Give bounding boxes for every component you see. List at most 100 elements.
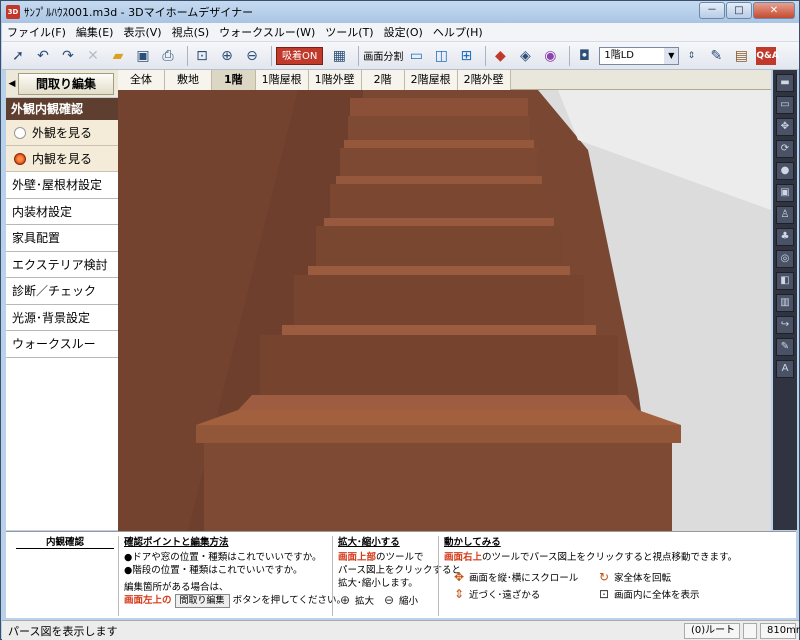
menu-tools[interactable]: ツール(T) [320, 24, 378, 40]
size-cell: 810mm [760, 622, 800, 639]
qa-button[interactable]: Q&A [756, 46, 779, 65]
help-move-title: 動かしてみる [444, 537, 501, 548]
clip-icon[interactable]: ▥ [776, 294, 794, 312]
nav-item-walkthrough[interactable]: ウォークスルー [6, 331, 118, 358]
box-icon[interactable]: ▣ [776, 184, 794, 202]
pointer-icon[interactable]: ➚ [8, 46, 28, 66]
menu-file[interactable]: ファイル(F) [2, 24, 71, 40]
fit-all-icon: ⊡ [598, 587, 610, 601]
pan-icon[interactable]: ✥ [776, 118, 794, 136]
floor-select[interactable]: 1階LD ▼ [599, 46, 680, 65]
zoom-ops: ⊕ 拡大 ⊖ 縮小 [338, 593, 438, 607]
label-3d-icon[interactable]: A [776, 360, 794, 378]
tab-floor2-wall[interactable]: 2階外壁 [457, 70, 511, 90]
toolbar-separator [358, 45, 360, 66]
op-label: 近づく･遠ざかる [469, 590, 541, 601]
radio-icon[interactable] [14, 126, 26, 139]
cube-view-icon[interactable]: ◈ [515, 46, 535, 66]
help-text: のツールで [376, 552, 424, 563]
menu-viewpoint[interactable]: 視点(S) [167, 24, 215, 40]
chevron-down-icon[interactable]: ▼ [664, 47, 679, 64]
floorplan-edit-button[interactable]: 間取り編集 [18, 72, 114, 95]
menu-walkthrough[interactable]: ウォークスルー(W) [214, 24, 320, 40]
curve-icon[interactable]: ↪ [776, 316, 794, 334]
divider [332, 536, 333, 616]
render-icon[interactable]: ◉ [540, 46, 560, 66]
tab-floor2[interactable]: 2階 [361, 70, 405, 90]
right-toolbar: ▬ ▭ ✥ ⟳ ● ▣ ♙ ♣ ◎ ◧ ▥ ↪ ✎ A [773, 70, 797, 530]
redo-icon[interactable]: ↷ [58, 46, 78, 66]
dual-view-icon[interactable]: ◫ [431, 46, 451, 66]
book-icon[interactable]: ▤ [731, 46, 751, 66]
divider [118, 536, 119, 616]
tab-site[interactable]: 敷地 [165, 70, 212, 90]
menu-settings[interactable]: 設定(O) [379, 24, 428, 40]
camera-icon[interactable]: ◘ [574, 46, 594, 66]
menu-view[interactable]: 表示(V) [118, 24, 166, 40]
radio-selected-icon[interactable] [14, 152, 26, 165]
route-cell: (0)ルート [684, 622, 740, 639]
view-option-label: 内観を見る [32, 152, 93, 166]
view-option-label: 外観を見る [32, 126, 93, 140]
tab-all[interactable]: 全体 [118, 70, 165, 90]
spin-updown-icon[interactable]: ⇕ [681, 46, 701, 66]
maximize-button[interactable]: □ [726, 2, 752, 19]
delete-icon[interactable]: ✕ [83, 46, 103, 66]
collapse-left-icon[interactable]: ◀ [6, 79, 18, 89]
print-icon[interactable]: ⎙ [158, 46, 178, 66]
window-title: ｻﾝﾌﾟﾙﾊｳｽ001.m3d - 3Dマイホームデザイナー [24, 6, 254, 19]
sphere-icon[interactable]: ● [776, 162, 794, 180]
tree-icon[interactable]: ♣ [776, 228, 794, 246]
save-icon[interactable]: ▣ [133, 46, 153, 66]
zoom-in-icon: ⊕ [339, 593, 351, 607]
view-top-icon[interactable]: ▭ [776, 96, 794, 114]
grid-icon[interactable]: ▦ [329, 46, 349, 66]
op-label: 画面を縦･横にスクロール [469, 573, 579, 584]
nav-item-lighting[interactable]: 光源･背景設定 [6, 304, 118, 331]
help-text-row: 画面上部のツールで [338, 551, 438, 564]
close-button[interactable]: ✕ [753, 2, 795, 19]
tab-floor1-roof[interactable]: 1階屋根 [255, 70, 309, 90]
zoom-out-icon[interactable]: ⊖ [242, 46, 262, 66]
snap-toggle-button[interactable]: 吸着ON [276, 46, 324, 65]
help-move-section: 動かしてみる 画面右上のツールでパース図上をクリックすると視点移動できます。 ✥… [444, 534, 744, 601]
undo-icon[interactable]: ↶ [33, 46, 53, 66]
nav-item-exterior-plan[interactable]: エクステリア検討 [6, 251, 118, 278]
split-screen-label: 画面分割 [363, 52, 404, 63]
quad-view-icon[interactable]: ⊞ [456, 46, 476, 66]
single-view-icon[interactable]: ▭ [406, 46, 426, 66]
help-zoom-section: 拡大･縮小する 画面上部のツールで パース図上をクリックすると 拡大･縮小します… [338, 534, 462, 607]
menu-edit[interactable]: 編集(E) [71, 24, 119, 40]
nav-item-interior-materials[interactable]: 内装材設定 [6, 198, 118, 225]
walker-icon[interactable]: ♙ [776, 206, 794, 224]
view-front-icon[interactable]: ▬ [776, 74, 794, 92]
help-text: パース図上をクリックすると [338, 565, 462, 576]
lens-icon[interactable]: ◎ [776, 250, 794, 268]
fit-view-icon[interactable]: ⊡ [192, 46, 212, 66]
nav-item-furniture[interactable]: 家具配置 [6, 225, 118, 252]
app-logo-icon: 3D [6, 5, 20, 19]
nav-item-diagnosis[interactable]: 診断／チェック [6, 278, 118, 305]
help-points-section: 確認ポイントと編集方法 ●ドアや窓の位置・種類はこれでいいですか。 ●階段の位置… [124, 534, 346, 608]
approach-icon: ⇕ [453, 587, 465, 601]
view-option-interior[interactable]: 内観を見る [6, 146, 118, 172]
open-folder-icon[interactable]: ▰ [108, 46, 128, 66]
perspective-view[interactable] [118, 90, 771, 531]
tab-floor1-wall[interactable]: 1階外壁 [308, 70, 362, 90]
shutter-icon[interactable]: ◧ [776, 272, 794, 290]
main-toolbar: ➚ ↶ ↷ ✕ ▰ ▣ ⎙ ⊡ ⊕ ⊖ 吸着ON ▦ 画面分割 ▭ ◫ ⊞ ◆ … [2, 42, 799, 70]
edit-icon[interactable]: ✎ [776, 338, 794, 356]
help-highlight: 画面上部 [338, 552, 377, 563]
menu-help[interactable]: ヘルプ(H) [428, 24, 488, 40]
paint-bucket-icon[interactable]: ◆ [490, 46, 510, 66]
move-ops-row1: ✥ 画面を縦･横にスクロール ↻ 家全体を回転 [452, 570, 744, 584]
tab-floor1[interactable]: 1階 [212, 70, 256, 90]
nav-item-exterior-materials[interactable]: 外壁･屋根材設定 [6, 172, 118, 199]
view-option-exterior[interactable]: 外観を見る [6, 120, 118, 146]
floorplan-edit-inline-button[interactable]: 間取り編集 [174, 594, 230, 608]
zoom-in-icon[interactable]: ⊕ [217, 46, 237, 66]
minimize-button[interactable]: － [699, 2, 725, 19]
ruler-icon[interactable]: ✎ [706, 46, 726, 66]
tab-floor2-roof[interactable]: 2階屋根 [404, 70, 458, 90]
rotate-icon[interactable]: ⟳ [776, 140, 794, 158]
